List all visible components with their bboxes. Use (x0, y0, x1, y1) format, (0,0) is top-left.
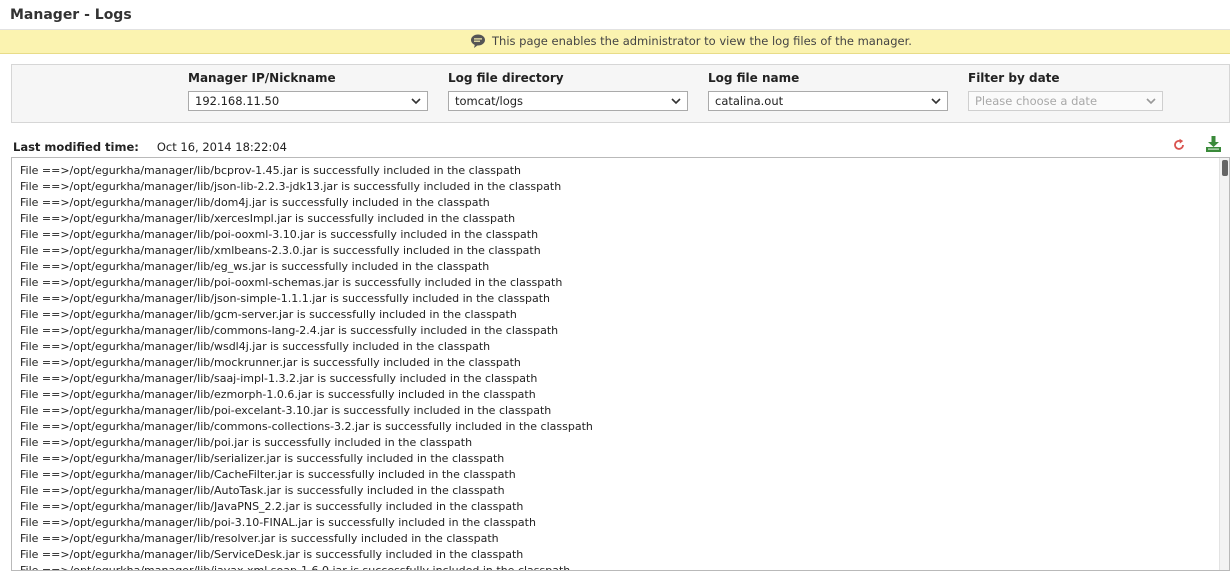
title-bar: Manager - Logs (0, 0, 1230, 30)
log-line: File ==>/opt/egurkha/manager/lib/poi-3.1… (20, 516, 536, 529)
directory-select-value: tomcat/logs (455, 94, 524, 108)
log-line: File ==>/opt/egurkha/manager/lib/CacheFi… (20, 468, 516, 481)
file-select[interactable]: catalina.out (708, 91, 948, 111)
log-line: File ==>/opt/egurkha/manager/lib/resolve… (20, 532, 499, 545)
log-line: File ==>/opt/egurkha/manager/lib/dom4j.j… (20, 196, 490, 209)
date-select-placeholder: Please choose a date (975, 94, 1098, 108)
manager-field: Manager IP/Nickname 192.168.11.50 (188, 70, 428, 111)
manager-select[interactable]: 192.168.11.50 (188, 91, 428, 111)
directory-field: Log file directory tomcat/logs (448, 70, 688, 111)
log-line: File ==>/opt/egurkha/manager/lib/xercesI… (20, 212, 516, 225)
log-line: File ==>/opt/egurkha/manager/lib/json-si… (20, 292, 551, 305)
log-scrollbar[interactable] (1219, 158, 1229, 570)
banner-text: This page enables the administrator to v… (492, 34, 912, 48)
scrollbar-thumb[interactable] (1222, 160, 1228, 176)
chevron-down-icon (931, 98, 941, 105)
date-field: Filter by date Please choose a date (968, 70, 1163, 111)
chevron-down-icon (411, 98, 421, 105)
log-lines: File ==>/opt/egurkha/manager/lib/bcprov-… (20, 163, 1215, 571)
last-modified-row: Last modified time: Oct 16, 2014 18:22:0… (13, 140, 287, 154)
log-line: File ==>/opt/egurkha/manager/lib/Service… (20, 548, 524, 561)
manager-select-value: 192.168.11.50 (195, 94, 280, 108)
info-banner: This page enables the administrator to v… (0, 30, 1230, 54)
log-viewer[interactable]: File ==>/opt/egurkha/manager/lib/bcprov-… (11, 157, 1230, 571)
log-line: File ==>/opt/egurkha/manager/lib/JavaPNS… (20, 500, 524, 513)
log-line: File ==>/opt/egurkha/manager/lib/gcm-ser… (20, 308, 517, 321)
directory-label: Log file directory (448, 71, 564, 85)
filter-panel: Manager IP/Nickname 192.168.11.50 Log fi… (11, 64, 1230, 123)
chevron-down-icon (1146, 98, 1156, 105)
manager-label: Manager IP/Nickname (188, 71, 336, 85)
log-line: File ==>/opt/egurkha/manager/lib/poi-oox… (20, 276, 563, 289)
log-line: File ==>/opt/egurkha/manager/lib/wsdl4j.… (20, 340, 491, 353)
log-line: File ==>/opt/egurkha/manager/lib/poi-oox… (20, 228, 539, 241)
log-line: File ==>/opt/egurkha/manager/lib/seriali… (20, 452, 505, 465)
refresh-icon[interactable] (1172, 138, 1186, 152)
speech-bubble-icon (471, 34, 485, 48)
log-line: File ==>/opt/egurkha/manager/lib/eg_ws.j… (20, 260, 490, 273)
date-select[interactable]: Please choose a date (968, 91, 1163, 111)
chevron-down-icon (671, 98, 681, 105)
log-line: File ==>/opt/egurkha/manager/lib/AutoTas… (20, 484, 505, 497)
log-line: File ==>/opt/egurkha/manager/lib/poi-exc… (20, 404, 552, 417)
log-line: File ==>/opt/egurkha/manager/lib/commons… (20, 324, 559, 337)
banner-message: This page enables the administrator to v… (470, 33, 912, 49)
file-label: Log file name (708, 71, 800, 85)
log-line: File ==>/opt/egurkha/manager/lib/json-li… (20, 180, 562, 193)
file-select-value: catalina.out (715, 94, 784, 108)
log-line: File ==>/opt/egurkha/manager/lib/mockrun… (20, 356, 521, 369)
log-line: File ==>/opt/egurkha/manager/lib/saaj-im… (20, 372, 538, 385)
last-modified-label: Last modified time: (13, 140, 139, 154)
file-field: Log file name catalina.out (708, 70, 948, 111)
date-label: Filter by date (968, 71, 1060, 85)
directory-select[interactable]: tomcat/logs (448, 91, 688, 111)
log-line: File ==>/opt/egurkha/manager/lib/poi.jar… (20, 436, 473, 449)
log-line: File ==>/opt/egurkha/manager/lib/javax.x… (20, 564, 571, 571)
last-modified-value: Oct 16, 2014 18:22:04 (156, 140, 287, 154)
log-line: File ==>/opt/egurkha/manager/lib/bcprov-… (20, 164, 521, 177)
page-title: Manager - Logs (10, 7, 132, 23)
download-icon[interactable] (1205, 135, 1222, 153)
log-line: File ==>/opt/egurkha/manager/lib/ezmorph… (20, 388, 536, 401)
log-line: File ==>/opt/egurkha/manager/lib/xmlbean… (20, 244, 541, 257)
log-line: File ==>/opt/egurkha/manager/lib/commons… (20, 420, 593, 433)
